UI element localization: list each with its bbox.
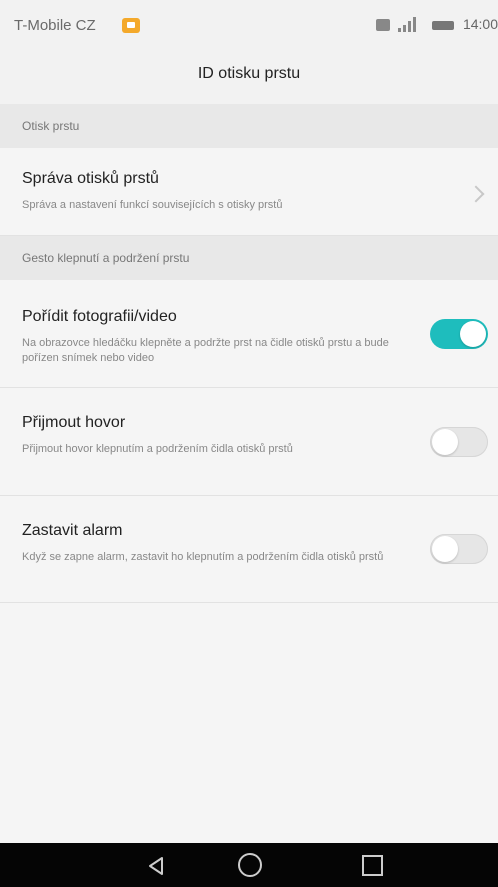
answer-call-item[interactable]: Přijmout hovor Přijmout hovor klepnutím …: [0, 388, 498, 496]
page-title: ID otisku prstu: [197, 65, 301, 82]
carrier-notification-icon: [122, 18, 140, 33]
toggle-knob: [432, 536, 458, 562]
take-photo-toggle[interactable]: [430, 319, 488, 349]
stop-alarm-item[interactable]: Zastavit alarm Když se zapne alarm, zast…: [0, 496, 498, 603]
section-header-fingerprint: Otisk prstu: [0, 104, 498, 148]
title-bar: ID otisku prstu: [0, 52, 498, 104]
answer-call-title: Přijmout hovor: [22, 414, 126, 431]
manage-fingerprints-item[interactable]: Správa otisků prstů Správa a nastavení f…: [0, 148, 498, 236]
section-header-tap-gesture: Gesto klepnutí a podržení prstu: [0, 236, 498, 280]
chevron-right-icon: [467, 185, 485, 203]
take-photo-subtitle: Na obrazovce hledáčku klepněte a podržte…: [22, 337, 389, 364]
answer-call-subtitle: Přijmout hovor klepnutím a podržením čid…: [22, 443, 293, 455]
carrier-name: T-Mobile CZ: [14, 17, 96, 34]
take-photo-item[interactable]: Pořídit fotografii/video Na obrazovce hl…: [0, 280, 498, 388]
clock: 14:00: [462, 16, 498, 32]
navigation-bar: [0, 843, 498, 887]
recent-apps-icon[interactable]: [362, 855, 383, 876]
battery-icon: [432, 21, 454, 30]
answer-call-toggle[interactable]: [430, 427, 488, 457]
sim-icon: [376, 19, 390, 31]
stop-alarm-title: Zastavit alarm: [22, 522, 123, 539]
take-photo-title: Pořídit fotografii/video: [22, 308, 177, 325]
stop-alarm-subtitle: Když se zapne alarm, zastavit ho klepnut…: [22, 551, 384, 563]
toggle-knob: [460, 321, 486, 347]
stop-alarm-toggle[interactable]: [430, 534, 488, 564]
back-icon[interactable]: [145, 855, 167, 877]
empty-area: [0, 603, 498, 843]
status-bar: T-Mobile CZ 14:00: [0, 0, 498, 52]
toggle-knob: [432, 429, 458, 455]
manage-fingerprints-subtitle: Správa a nastavení funkcí souvisejících …: [22, 199, 283, 211]
signal-icon: [398, 17, 418, 32]
manage-fingerprints-title: Správa otisků prstů: [22, 170, 159, 187]
home-icon[interactable]: [238, 853, 262, 877]
